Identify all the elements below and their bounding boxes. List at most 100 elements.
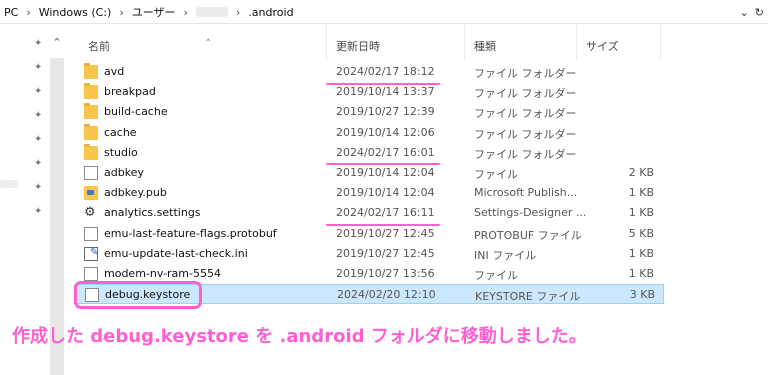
file-date: 2024/02/17 18:12 <box>336 65 435 78</box>
file-row-emu-last-feature-flags[interactable]: emu-last-feature-flags.protobuf 2019/10/… <box>64 224 768 244</box>
file-row-analytics-settings[interactable]: ⚙ analytics.settings 2024/02/17 16:11 Se… <box>64 203 768 223</box>
pin-icon: ✦ <box>34 62 43 73</box>
address-bar[interactable]: PC › Windows (C:) › ユーザー › › .android ⌄ … <box>0 0 768 24</box>
file-name: studio <box>104 145 138 159</box>
annotation-highlight-box <box>74 281 202 309</box>
crumb-separator-icon[interactable]: › <box>113 6 129 19</box>
file-list[interactable]: avd 2024/02/17 18:12 ファイル フォルダー breakpad… <box>64 62 768 305</box>
file-name: avd <box>104 65 125 78</box>
file-date: 2019/10/14 13:37 <box>336 85 435 99</box>
crumb-separator-icon[interactable]: › <box>178 6 194 19</box>
file-type: ファイル フォルダー <box>474 127 577 141</box>
file-size: 1 KB <box>628 186 654 200</box>
folder-icon <box>84 123 98 140</box>
file-row-emu-update-last-check[interactable]: ✎ emu-update-last-check.ini 2019/10/27 1… <box>64 244 768 264</box>
crumb-separator-icon[interactable]: › <box>230 6 246 19</box>
file-name: adbkey.pub <box>104 186 167 200</box>
file-date: 2024/02/17 16:11 <box>336 206 435 220</box>
file-row-build-cache[interactable]: build-cache 2019/10/27 12:39 ファイル フォルダー <box>64 102 768 122</box>
ini-icon: ✎ <box>84 246 98 261</box>
file-row-cache[interactable]: cache 2019/10/14 12:06 ファイル フォルダー <box>64 123 768 143</box>
crumb-drive[interactable]: Windows (C:) <box>37 6 114 19</box>
nav-item-partial[interactable] <box>0 180 18 188</box>
file-type: ファイル <box>474 268 518 282</box>
annotation-underline <box>326 83 440 85</box>
annotation-caption: 作成した debug.keystore を .android フォルダに移動しま… <box>12 326 587 347</box>
file-date: 2019/10/27 12:45 <box>336 226 435 240</box>
file-type: ファイル フォルダー <box>474 147 577 161</box>
file-type: Settings-Designer ... <box>474 206 587 220</box>
file-row-adbkey-pub[interactable]: adbkey.pub 2019/10/14 12:04 Microsoft Pu… <box>64 183 768 203</box>
column-divider[interactable] <box>464 24 465 60</box>
file-size: 1 KB <box>628 206 654 220</box>
file-row-studio[interactable]: studio 2024/02/17 16:01 ファイル フォルダー <box>64 143 768 163</box>
file-row-adbkey[interactable]: adbkey 2019/10/14 12:04 ファイル 2 KB <box>64 163 768 183</box>
file-size: 5 KB <box>628 226 654 240</box>
file-size: 1 KB <box>628 246 654 260</box>
pin-icon: ✦ <box>34 110 43 121</box>
folder-icon <box>84 143 98 160</box>
annotation-underline <box>326 163 440 165</box>
crumb-separator-icon[interactable]: › <box>20 6 36 19</box>
file-date: 2019/10/27 12:45 <box>336 246 435 260</box>
file-date: 2019/10/14 12:04 <box>336 165 435 179</box>
file-name: analytics.settings <box>104 206 201 220</box>
folder-icon <box>84 63 98 79</box>
sort-ascending-icon: ⌃ <box>204 38 213 49</box>
column-name[interactable]: 名前 <box>88 38 110 54</box>
file-name: emu-update-last-check.ini <box>104 246 248 260</box>
column-divider[interactable] <box>576 24 577 60</box>
file-icon <box>84 165 98 180</box>
pin-icon: ✦ <box>34 134 43 145</box>
column-date[interactable]: 更新日時 <box>336 38 380 54</box>
publisher-icon <box>84 186 98 201</box>
file-name: adbkey <box>104 165 144 179</box>
folder-icon <box>84 103 98 120</box>
folder-icon <box>84 83 98 100</box>
refresh-icon[interactable]: ↻ <box>755 6 764 19</box>
pin-icon: ✦ <box>34 182 43 193</box>
column-type[interactable]: 種類 <box>474 38 496 54</box>
file-type: ファイル <box>474 167 518 181</box>
breadcrumb[interactable]: PC › Windows (C:) › ユーザー › › .android <box>2 0 296 24</box>
scroll-up-icon[interactable]: ⌃ <box>50 36 64 56</box>
chevron-down-icon[interactable]: ⌄ <box>740 6 749 19</box>
crumb-android[interactable]: .android <box>246 6 295 19</box>
pin-icon: ✦ <box>34 86 43 97</box>
file-size: 1 KB <box>628 266 654 280</box>
annotation-underline <box>326 224 440 226</box>
file-name: modem-nv-ram-5554 <box>104 266 221 280</box>
pin-icon: ✦ <box>34 38 43 49</box>
column-divider[interactable] <box>326 24 327 60</box>
file-row-avd[interactable]: avd 2024/02/17 18:12 ファイル フォルダー <box>64 62 768 82</box>
gear-icon: ⚙ <box>84 205 96 221</box>
file-name: breakpad <box>104 85 156 99</box>
file-date: 2019/10/14 12:06 <box>336 125 435 139</box>
file-date: 2024/02/17 16:01 <box>336 145 435 159</box>
file-type: INI ファイル <box>474 248 537 262</box>
file-icon <box>84 266 98 281</box>
crumb-username-redacted[interactable] <box>195 7 228 17</box>
file-date: 2019/10/27 13:56 <box>336 266 435 280</box>
file-type: PROTOBUF ファイル <box>474 228 582 242</box>
file-name: cache <box>104 125 137 139</box>
file-date: 2019/10/14 12:04 <box>336 186 435 200</box>
file-type: ファイル フォルダー <box>474 67 577 80</box>
column-header: ⌃ 名前 更新日時 種類 サイズ <box>64 24 664 60</box>
file-date: 2019/10/27 12:39 <box>336 105 435 119</box>
file-name: emu-last-feature-flags.protobuf <box>104 226 277 240</box>
file-icon <box>84 226 98 241</box>
pin-icon: ✦ <box>34 206 43 217</box>
column-size[interactable]: サイズ <box>586 38 619 54</box>
column-divider[interactable] <box>660 24 661 60</box>
file-size: 3 KB <box>629 288 655 302</box>
file-type: ファイル フォルダー <box>474 107 577 121</box>
file-type: Microsoft Publish... <box>474 186 578 200</box>
pin-icon: ✦ <box>34 158 43 169</box>
crumb-pc[interactable]: PC <box>2 6 20 19</box>
file-type: ファイル フォルダー <box>474 87 577 101</box>
file-name: build-cache <box>104 105 168 119</box>
file-row-breakpad[interactable]: breakpad 2019/10/14 13:37 ファイル フォルダー <box>64 82 768 102</box>
crumb-users[interactable]: ユーザー <box>130 4 178 20</box>
file-date: 2024/02/20 12:10 <box>337 288 436 302</box>
